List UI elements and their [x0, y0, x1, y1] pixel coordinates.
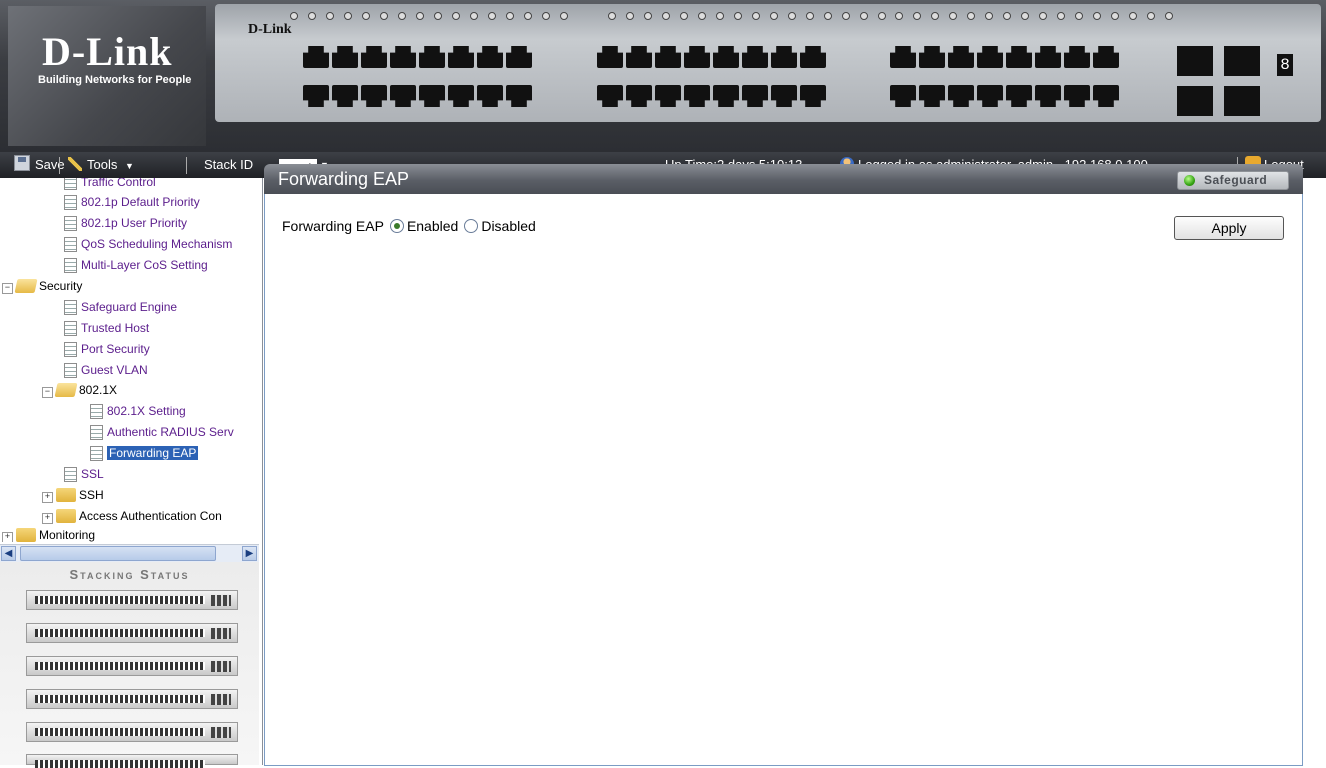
combo-port-46: [1177, 86, 1213, 116]
stack-unit[interactable]: [26, 754, 238, 768]
stack-id-display: 8: [1277, 54, 1293, 76]
stacking-status-panel: Stacking Status: [0, 562, 259, 768]
toolbar-divider: [186, 157, 187, 174]
tree-item-ssh[interactable]: + SSH: [42, 485, 104, 505]
tree-item-8021x[interactable]: −802.1X: [42, 380, 117, 400]
tree-item-traffic-control[interactable]: Traffic Control: [64, 178, 156, 192]
expand-icon[interactable]: +: [42, 513, 53, 524]
document-icon: [64, 178, 77, 190]
stacking-status-title: Stacking Status: [69, 567, 190, 582]
document-icon: [64, 467, 77, 482]
tree-item-multi-layer-cos[interactable]: Multi-Layer CoS Setting: [64, 255, 208, 275]
stack-unit[interactable]: [26, 656, 238, 676]
panel-header: Forwarding EAP Safeguard: [264, 164, 1303, 194]
disabled-label[interactable]: Disabled: [481, 218, 535, 234]
port-group-1-bottom: [303, 85, 532, 107]
expand-icon[interactable]: +: [2, 532, 13, 542]
scroll-right-icon[interactable]: ▶: [242, 546, 257, 561]
port-group-2-top: [597, 46, 826, 68]
port-led-row-2: [608, 12, 886, 20]
stack-id-label: Stack ID: [204, 157, 254, 172]
stack-unit[interactable]: [26, 689, 238, 709]
switch-brand: D-Link: [248, 22, 292, 37]
folder-icon: [56, 488, 76, 502]
tree-item-authentic-radius[interactable]: Authentic RADIUS Serv: [90, 422, 234, 442]
document-icon: [64, 216, 77, 231]
tree-item-access-authentication[interactable]: + Access Authentication Con: [42, 506, 222, 526]
tree-item-monitoring[interactable]: + Monitoring: [2, 525, 95, 542]
folder-icon: [56, 509, 76, 523]
document-icon: [90, 446, 103, 461]
port-group-3-bottom: [890, 85, 1119, 107]
toolbar-divider: [59, 157, 60, 174]
tree-item-ssl[interactable]: SSL: [64, 464, 104, 484]
disabled-radio[interactable]: [464, 219, 479, 233]
logo-text: D-Link: [42, 29, 173, 74]
port-led-row-3: [895, 12, 1173, 20]
function-tree: Traffic Control 802.1p Default Priority …: [0, 178, 259, 542]
enabled-label[interactable]: Enabled: [407, 218, 458, 234]
combo-port-47: [1224, 46, 1260, 76]
stack-unit[interactable]: [26, 623, 238, 643]
tree-item-8021p-default-priority[interactable]: 802.1p Default Priority: [64, 192, 200, 212]
port-led-row-1: [290, 12, 568, 20]
tools-icon: [68, 157, 82, 171]
logo-tagline: Building Networks for People: [38, 74, 192, 86]
document-icon: [64, 258, 77, 273]
enabled-radio[interactable]: [389, 219, 404, 233]
document-icon: [90, 425, 103, 440]
document-icon: [90, 404, 103, 419]
left-navigation: Traffic Control 802.1p Default Priority …: [0, 178, 263, 768]
stack-unit[interactable]: [26, 722, 238, 742]
safeguard-status-badge: Safeguard: [1177, 171, 1289, 190]
tree-item-guest-vlan[interactable]: Guest VLAN: [64, 360, 148, 380]
combo-port-45: [1177, 46, 1213, 76]
tree-item-forwarding-eap[interactable]: Forwarding EAP: [90, 443, 199, 463]
collapse-icon[interactable]: −: [2, 283, 13, 294]
save-label: Save: [35, 157, 65, 172]
dlink-logo: D-Link Building Networks for People: [8, 6, 206, 146]
tools-menu[interactable]: Tools ▼: [68, 152, 134, 178]
panel-body: Forwarding EAP Enabled Disabled Apply: [264, 194, 1303, 766]
port-group-3-top: [890, 46, 1119, 68]
save-button[interactable]: Save: [14, 152, 65, 178]
tree-item-8021p-user-priority[interactable]: 802.1p User Priority: [64, 213, 187, 233]
apply-button[interactable]: Apply: [1174, 216, 1284, 240]
chevron-down-icon: ▼: [124, 161, 134, 171]
scroll-left-icon[interactable]: ◀: [1, 546, 16, 561]
port-group-1-top: [303, 46, 532, 68]
save-icon: [14, 155, 30, 171]
tree-item-safeguard-engine[interactable]: Safeguard Engine: [64, 297, 177, 317]
stack-unit[interactable]: [26, 590, 238, 610]
collapse-icon[interactable]: −: [42, 387, 53, 398]
document-icon: [64, 321, 77, 336]
field-label: Forwarding EAP: [282, 218, 384, 234]
safeguard-label: Safeguard: [1204, 173, 1268, 187]
tools-label: Tools: [87, 157, 118, 172]
page-title: Forwarding EAP: [278, 169, 410, 189]
document-icon: [64, 363, 77, 378]
scrollbar-thumb[interactable]: [20, 546, 216, 561]
folder-open-icon: [54, 383, 78, 397]
tree-item-8021x-setting[interactable]: 802.1X Setting: [90, 401, 186, 421]
document-icon: [64, 342, 77, 357]
status-led-icon: [1184, 175, 1195, 186]
combo-port-48: [1224, 86, 1260, 116]
tree-item-qos-scheduling[interactable]: QoS Scheduling Mechanism: [64, 234, 232, 254]
folder-icon: [16, 528, 36, 542]
device-header: D-Link Building Networks for People D-Li…: [0, 0, 1326, 152]
folder-open-icon: [14, 279, 38, 293]
tree-item-trusted-host[interactable]: Trusted Host: [64, 318, 149, 338]
port-group-2-bottom: [597, 85, 826, 107]
forwarding-eap-row: Forwarding EAP Enabled Disabled: [282, 218, 536, 234]
document-icon: [64, 237, 77, 252]
tree-horizontal-scrollbar[interactable]: ◀ ▶: [0, 544, 259, 562]
document-icon: [64, 195, 77, 210]
document-icon: [64, 300, 77, 315]
expand-icon[interactable]: +: [42, 492, 53, 503]
main-content: Forwarding EAP Safeguard Forwarding EAP …: [264, 164, 1303, 766]
tree-item-port-security[interactable]: Port Security: [64, 339, 150, 359]
tree-item-security[interactable]: − Security: [2, 276, 82, 296]
